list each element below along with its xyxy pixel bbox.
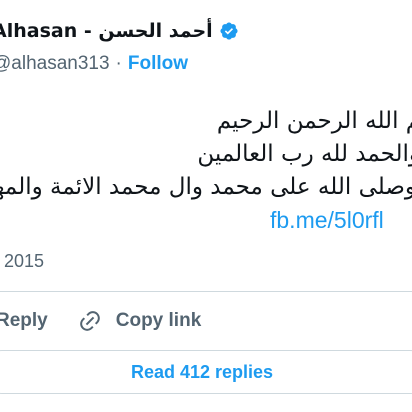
reply-button[interactable]: Reply <box>0 310 48 332</box>
tweet-embed: Alhasan - أحمد الحسن @alhasan313 · Follo… <box>0 0 412 412</box>
tweet-text-line: والحمد لله رب العالمين <box>197 141 412 167</box>
tweet-link[interactable]: fb.me/5l0rfl <box>270 205 384 235</box>
verified-badge-icon <box>219 21 239 41</box>
author-handle-row: @alhasan313 · Follow <box>0 50 188 78</box>
link-icon <box>78 309 102 333</box>
action-bar: Reply Copy link <box>0 306 201 336</box>
author-name-row[interactable]: Alhasan - أحمد الحسن <box>0 16 239 46</box>
divider <box>0 291 412 292</box>
author-handle[interactable]: @alhasan313 <box>0 53 110 75</box>
follow-button[interactable]: Follow <box>128 53 188 75</box>
copy-link-button[interactable]: Copy link <box>78 309 202 333</box>
separator-dot: · <box>115 53 122 74</box>
read-replies-label: Read 412 replies <box>130 361 274 382</box>
tweet-date[interactable]: 2015 <box>4 251 44 272</box>
tweet-text-line: بسم الله الرحمن الرحيم <box>216 108 412 134</box>
author-display-name[interactable]: Alhasan - أحمد الحسن <box>0 20 213 42</box>
read-replies-button[interactable]: Read 412 replies <box>0 350 412 394</box>
tweet-text-line: وصلى الله على محمد وال محمد الائمة والمه… <box>0 174 412 200</box>
copy-link-label: Copy link <box>115 310 202 331</box>
